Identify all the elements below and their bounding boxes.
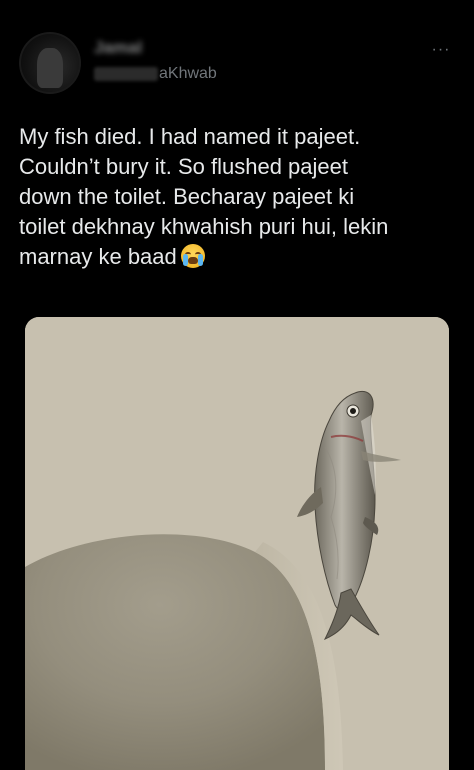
photo-scene <box>25 317 449 770</box>
avatar-ring <box>19 32 81 94</box>
loudly-crying-face-icon <box>180 244 205 268</box>
tweet-line: toilet dekhnay khwahish puri hui, lekin <box>19 214 389 239</box>
tweet-header: Jamal aKhwab ··· <box>0 0 474 105</box>
handle-text: aKhwab <box>159 65 217 82</box>
tweet-photo[interactable] <box>25 317 449 770</box>
tweet-line: down the toilet. Becharay pajeet ki <box>19 184 355 209</box>
avatar[interactable] <box>19 32 81 94</box>
tweet-text: My fish died. I had named it pajeet. Cou… <box>19 122 459 272</box>
display-name[interactable]: Jamal <box>94 38 142 58</box>
tweet-line: marnay ke baad <box>19 244 177 269</box>
user-handle[interactable]: aKhwab <box>94 64 217 84</box>
tweet-line-last: marnay ke baad <box>19 242 459 272</box>
tweet-line: Couldn’t bury it. So flushed pajeet <box>19 154 348 179</box>
tweet-line: My fish died. I had named it pajeet. <box>19 124 361 149</box>
tweet: Jamal aKhwab ··· My fish died. I had nam… <box>0 0 474 770</box>
handle-redaction <box>94 66 158 81</box>
more-options-button[interactable]: ··· <box>430 40 452 60</box>
